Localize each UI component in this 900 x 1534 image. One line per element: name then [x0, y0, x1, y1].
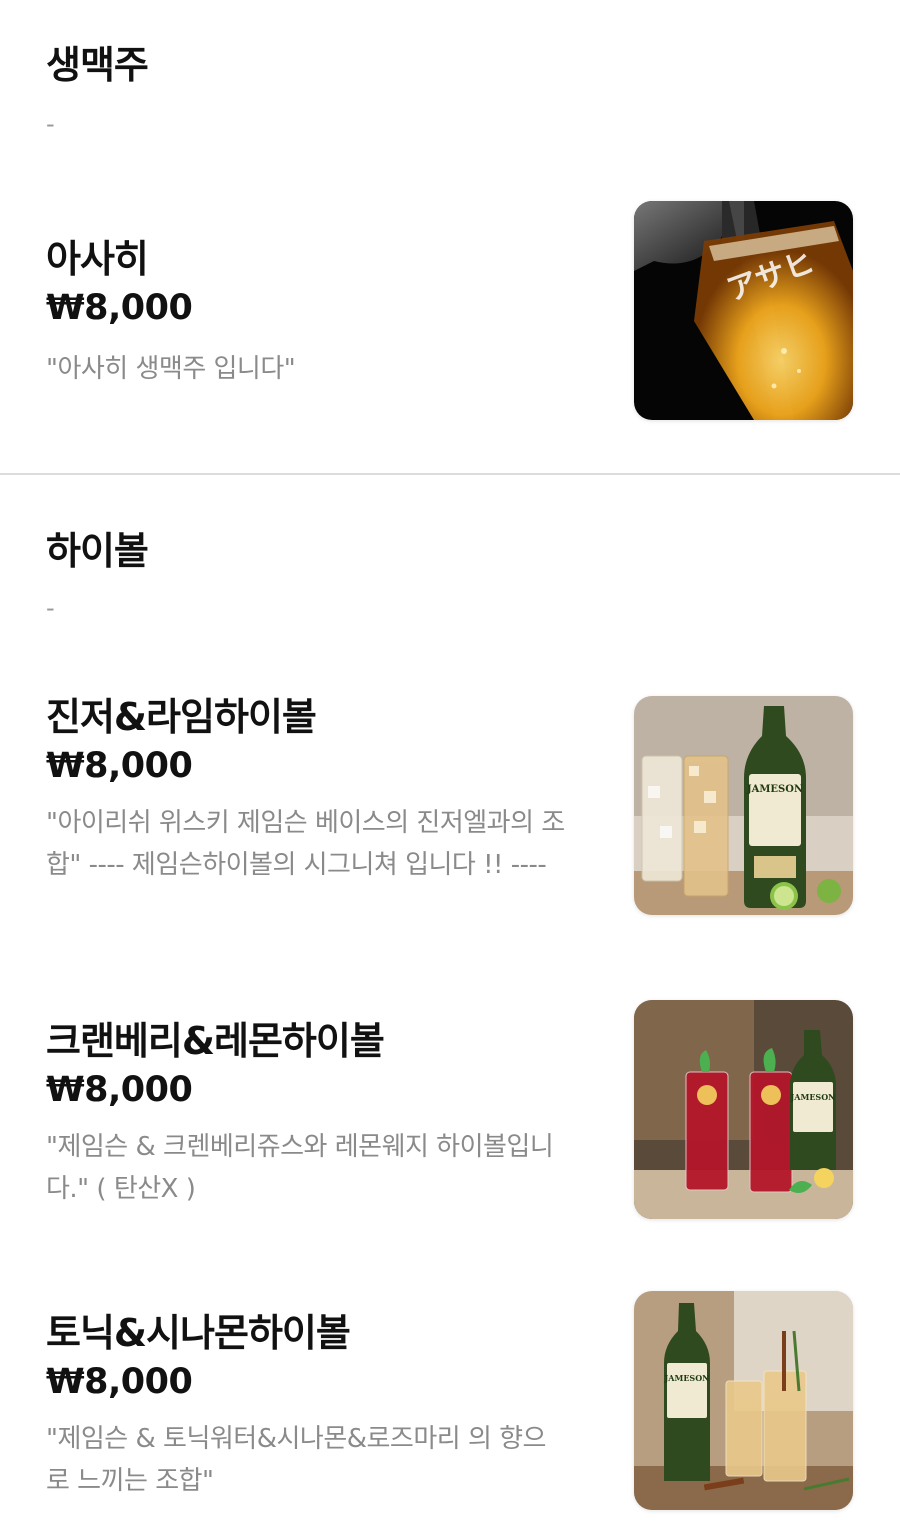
cranberry-highball-image: JAMESON: [634, 1000, 853, 1219]
section-title-highball: 하이볼: [46, 529, 149, 573]
item-name: 진저&라임하이볼: [46, 695, 317, 739]
item-price: ₩8,000: [46, 746, 193, 786]
item-name: 크랜베리&레몬하이볼: [46, 1019, 385, 1063]
item-description: "아이리쉬 위스키 제임슨 베이스의 진저엘과의 조합" ---- 제임슨하이볼…: [46, 808, 565, 880]
tonic-highball-photo[interactable]: JAMESON: [634, 1291, 853, 1510]
item-price: ₩8,000: [46, 1070, 193, 1110]
cranberry-highball-photo[interactable]: JAMESON: [634, 1000, 853, 1219]
item-name: 토닉&시나몬하이볼: [46, 1311, 351, 1355]
section-title-draft-beer: 생맥주: [46, 43, 149, 87]
item-description: "제임슨 & 크렌베리쥬스와 레몬웨지 하이볼입니다." ( 탄산X ): [46, 1132, 554, 1204]
section-divider: [0, 473, 900, 475]
ginger-highball-image: JAMESON: [634, 696, 853, 915]
ginger-highball-photo[interactable]: JAMESON: [634, 696, 853, 915]
bottle-label: JAMESON: [746, 784, 803, 795]
item-description: "아사히 생맥주 입니다": [46, 354, 296, 384]
section-subtitle: -: [46, 110, 55, 138]
item-price: ₩8,000: [46, 288, 193, 328]
bottle-label: JAMESON: [663, 1373, 709, 1383]
section-subtitle: -: [46, 594, 55, 622]
item-price: ₩8,000: [46, 1362, 193, 1402]
beer-glass-photo[interactable]: アサヒ: [634, 201, 853, 420]
bottle-label: JAMESON: [789, 1092, 835, 1102]
beer-glass-image: アサヒ: [634, 201, 853, 420]
item-description: "제임슨 & 토닉워터&시나몬&로즈마리 의 향으로 느끼는 조합": [46, 1424, 546, 1496]
item-name: 아사히: [46, 237, 149, 281]
tonic-highball-image: JAMESON: [634, 1291, 853, 1510]
